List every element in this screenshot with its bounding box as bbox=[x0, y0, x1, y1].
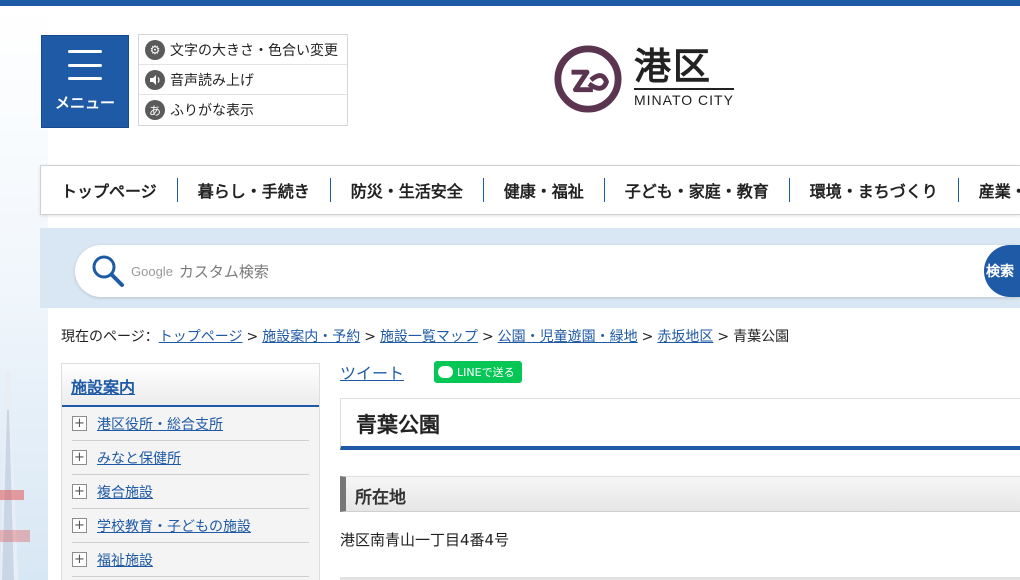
minato-emblem-icon bbox=[554, 45, 622, 113]
speaker-icon bbox=[145, 69, 165, 90]
logo-english: MINATO CITY bbox=[634, 88, 734, 108]
logo-japanese: 港区 bbox=[634, 44, 712, 88]
tool-label: 文字の大きさ・色合い変更 bbox=[170, 42, 338, 59]
sidebar-item-label[interactable]: 港区役所・総合支所 bbox=[97, 414, 223, 434]
breadcrumb-link[interactable]: 赤坂地区 bbox=[657, 329, 713, 345]
tool-label: ふりがな表示 bbox=[170, 103, 254, 119]
expand-plus-icon[interactable]: + bbox=[72, 450, 87, 465]
text-size-color-tool[interactable]: ⚙ 文字の大きさ・色合い変更 bbox=[139, 35, 347, 65]
expand-plus-icon[interactable]: + bbox=[72, 416, 87, 431]
search-placeholder: カスタム検索 bbox=[178, 262, 269, 281]
breadcrumb-link[interactable]: トップページ bbox=[159, 329, 243, 345]
breadcrumb-link[interactable]: 施設案内・予約 bbox=[262, 329, 360, 345]
furigana-icon: あ bbox=[145, 100, 165, 120]
breadcrumb-current: 青葉公園 bbox=[733, 329, 790, 345]
line-share-button[interactable]: LINEで送る bbox=[434, 361, 522, 383]
sidebar-item[interactable]: + 福祉施設 bbox=[72, 543, 309, 577]
tool-label: 音声読み上げ bbox=[170, 72, 254, 89]
nav-item-health[interactable]: 健康・福祉 bbox=[484, 178, 604, 202]
address-text: 港区南青山一丁目4番4号 bbox=[340, 531, 510, 549]
breadcrumb-link[interactable]: 施設一覧マップ bbox=[380, 329, 478, 345]
furigana-tool[interactable]: あ ふりがな表示 bbox=[139, 95, 347, 125]
tokyo-tower-illustration bbox=[0, 370, 30, 580]
sidebar-item-label[interactable]: 福祉施設 bbox=[97, 550, 153, 570]
nav-item-environment[interactable]: 環境・まちづくり bbox=[790, 178, 958, 202]
line-share-label: LINEで送る bbox=[457, 366, 515, 379]
page-title: 青葉公園 bbox=[340, 398, 1020, 450]
nav-item-industry[interactable]: 産業・ bbox=[959, 178, 1020, 202]
sidebar: 施設案内 + 港区役所・総合支所 + みなと保健所 + 複合施設 + 学校教育・… bbox=[61, 363, 320, 580]
expand-plus-icon[interactable]: + bbox=[72, 552, 87, 567]
breadcrumb-link[interactable]: 公園・児童遊園・緑地 bbox=[498, 329, 638, 345]
site-logo[interactable]: 港区 MINATO CITY bbox=[554, 44, 734, 114]
sidebar-item-label[interactable]: みなと保健所 bbox=[97, 448, 181, 468]
nav-item-safety[interactable]: 防災・生活安全 bbox=[331, 178, 483, 202]
sidebar-title-link[interactable]: 施設案内 bbox=[71, 378, 135, 397]
global-navigation: トップページ 暮らし・手続き 防災・生活安全 健康・福祉 子ども・家庭・教育 環… bbox=[40, 165, 1020, 215]
hamburger-icon bbox=[68, 50, 102, 80]
top-accent-bar bbox=[0, 0, 1020, 6]
nav-item-living[interactable]: 暮らし・手続き bbox=[178, 178, 330, 202]
search-area: Google カスタム検索 検索 bbox=[40, 228, 1020, 308]
expand-plus-icon[interactable]: + bbox=[72, 484, 87, 499]
sidebar-item-label[interactable]: 学校教育・子どもの施設 bbox=[97, 516, 251, 536]
line-icon bbox=[438, 366, 454, 378]
expand-plus-icon[interactable]: + bbox=[72, 518, 87, 533]
nav-item-top[interactable]: トップページ bbox=[41, 178, 177, 202]
accessibility-tools: ⚙ 文字の大きさ・色合い変更 音声読み上げ あ ふりがな表示 bbox=[138, 34, 348, 126]
breadcrumb-prefix: 現在のページ： bbox=[61, 329, 159, 345]
sidebar-item[interactable]: + 複合施設 bbox=[72, 475, 309, 509]
search-button-label: 検索 bbox=[986, 264, 1014, 280]
menu-label: メニュー bbox=[54, 94, 115, 112]
nav-item-children[interactable]: 子ども・家庭・教育 bbox=[605, 178, 789, 202]
section-heading: 所在地 bbox=[340, 476, 1020, 512]
google-brand: Google bbox=[131, 263, 173, 279]
breadcrumb: 現在のページ：トップページ > 施設案内・予約 > 施設一覧マップ > 公園・児童遊園・緑地… bbox=[61, 329, 790, 345]
search-button[interactable]: 検索 bbox=[984, 245, 1020, 297]
sidebar-item[interactable]: + みなと保健所 bbox=[72, 441, 309, 475]
read-aloud-tool[interactable]: 音声読み上げ bbox=[139, 65, 347, 95]
tweet-link[interactable]: ツイート bbox=[340, 360, 404, 384]
sidebar-item[interactable]: + 港区役所・総合支所 bbox=[72, 407, 309, 441]
search-input[interactable]: Google カスタム検索 検索 bbox=[75, 245, 1020, 297]
gear-icon: ⚙ bbox=[145, 39, 165, 60]
share-buttons: ツイート LINEで送る bbox=[340, 360, 522, 384]
search-icon bbox=[92, 255, 124, 287]
sidebar-item[interactable]: + 学校教育・子どもの施設 bbox=[72, 509, 309, 543]
sidebar-item-label[interactable]: 複合施設 bbox=[97, 482, 153, 502]
menu-button[interactable]: メニュー bbox=[41, 35, 129, 128]
sidebar-header: 施設案内 bbox=[62, 364, 319, 407]
